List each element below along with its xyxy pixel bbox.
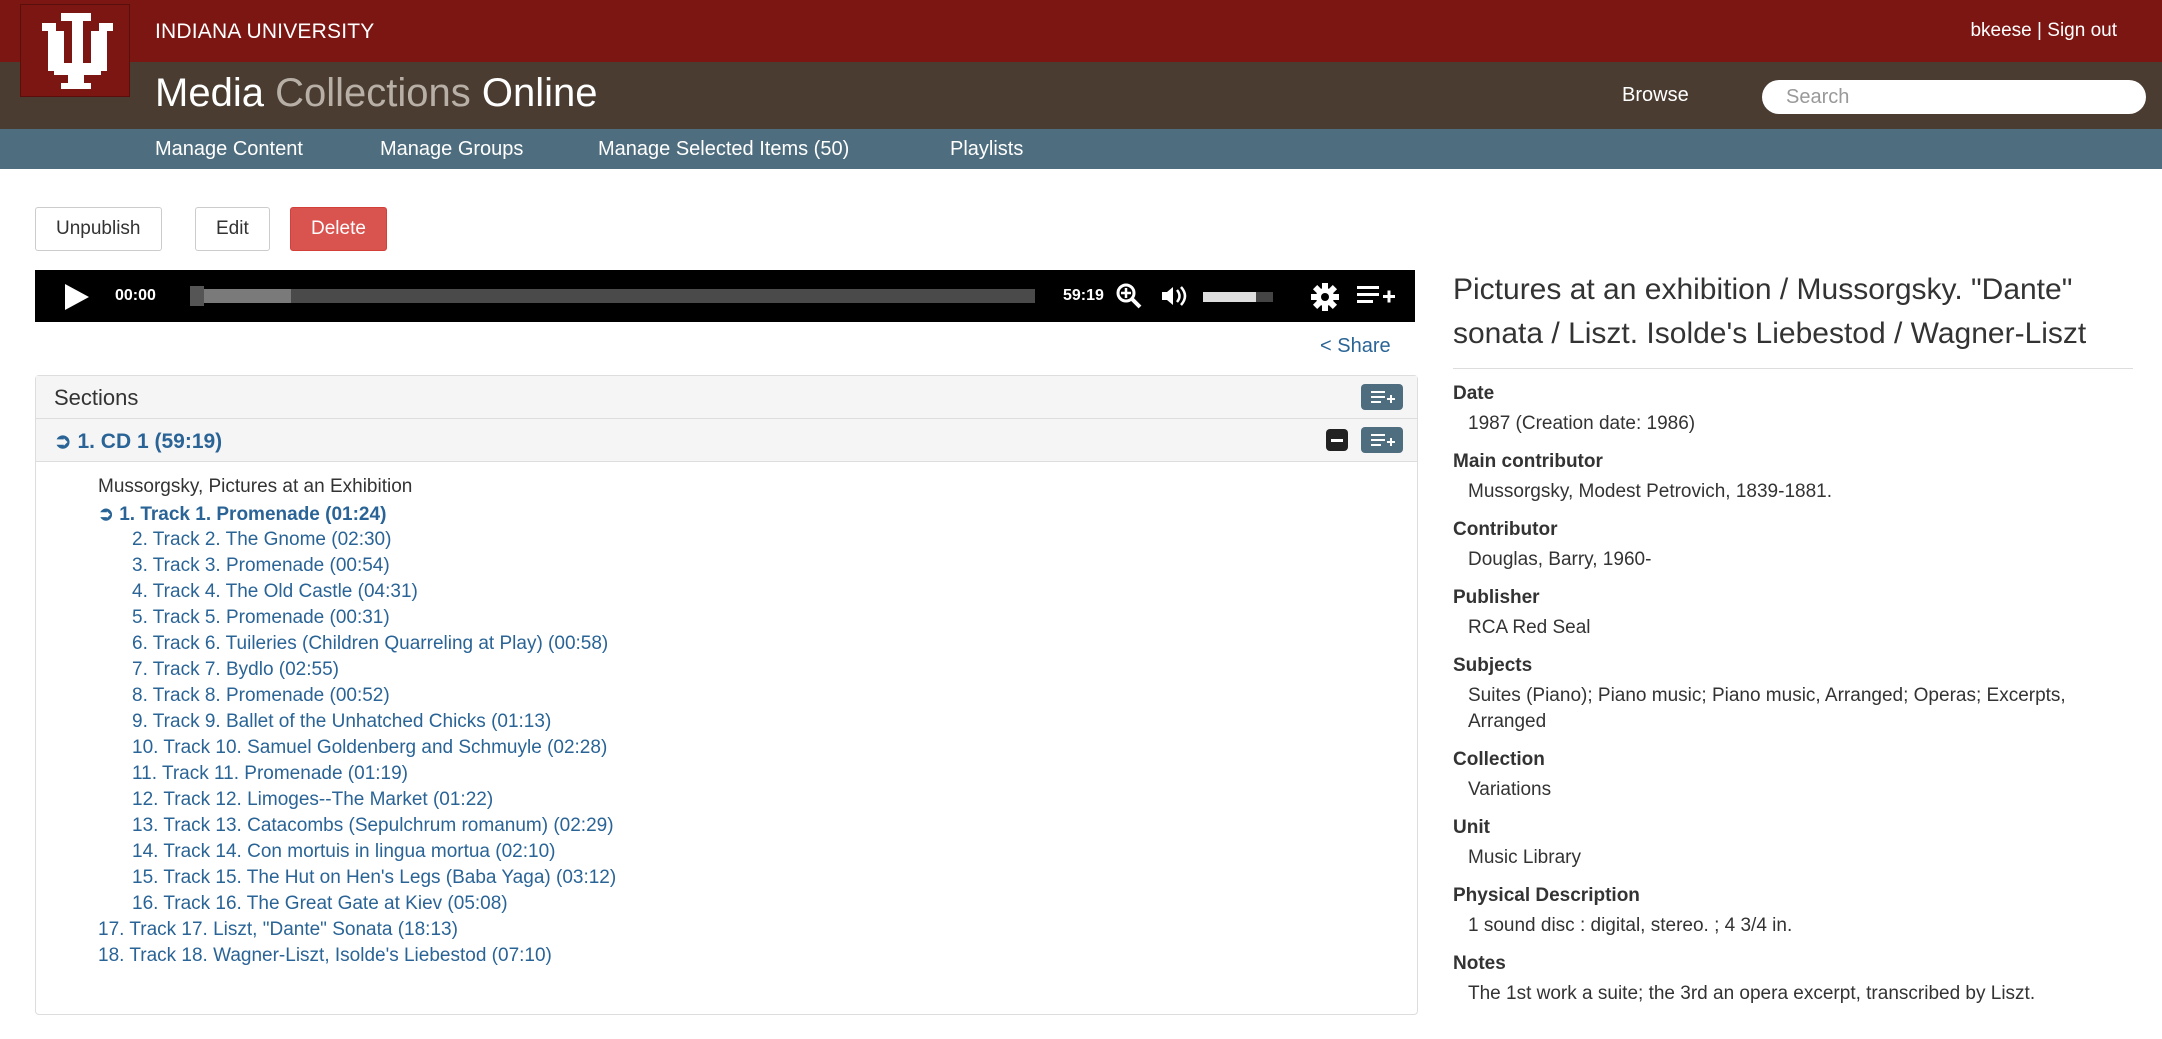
field-label-subjects: Subjects [1453, 655, 1533, 676]
track-item[interactable]: 11. Track 11. Promenade (01:19) [132, 763, 408, 785]
nav-playlists[interactable]: Playlists [950, 138, 1023, 161]
app-title-media: Media [155, 71, 264, 115]
arrow-circle-icon: ➲ [98, 504, 114, 525]
track-item[interactable]: 13. Track 13. Catacombs (Sepulchrum roma… [132, 815, 614, 837]
track-item[interactable]: 5. Track 5. Promenade (00:31) [132, 607, 390, 629]
section-title-text: 1. CD 1 (59:19) [77, 430, 223, 453]
app-title-online: Online [481, 71, 598, 115]
unpublish-button[interactable]: Unpublish [35, 207, 162, 251]
username-link[interactable]: bkeese [1970, 20, 2031, 41]
nav-manage-content[interactable]: Manage Content [155, 138, 303, 161]
track-item[interactable]: 9. Track 9. Ballet of the Unhatched Chic… [132, 711, 551, 733]
sections-panel: Sections ➲ 1. CD 1 (59:19) Mussorgsky, P… [35, 375, 1418, 1015]
field-value-collection: Variations [1468, 779, 1552, 800]
settings-icon[interactable] [1310, 282, 1340, 312]
current-time: 00:00 [115, 287, 156, 304]
item-title: Pictures at an exhibition / Mussorgsky. … [1453, 268, 2133, 369]
share-icon: < [1320, 335, 1332, 357]
add-to-playlist-icon [1371, 434, 1395, 446]
trident-icon [42, 13, 113, 89]
field-label-contributor: Contributor [1453, 519, 1558, 540]
play-icon[interactable] [63, 284, 91, 310]
buffered-bar [190, 289, 292, 303]
track-item[interactable]: 18. Track 18. Wagner-Liszt, Isolde's Lie… [98, 945, 552, 967]
track-item[interactable]: 15. Track 15. The Hut on Hen's Legs (Bab… [132, 867, 616, 889]
field-label-publisher: Publisher [1453, 587, 1540, 608]
progress-handle[interactable] [190, 286, 204, 306]
add-cd-to-playlist-button[interactable] [1361, 427, 1403, 453]
field-value-notes: The 1st work a suite; the 3rd an opera e… [1468, 983, 2036, 1004]
volume-level [1203, 292, 1256, 302]
university-name: INDIANA UNIVERSITY [155, 20, 375, 43]
volume-icon[interactable] [1159, 282, 1193, 310]
browse-link[interactable]: Browse [1622, 84, 1689, 107]
section-title[interactable]: ➲ 1. CD 1 (59:19) [54, 429, 222, 454]
nav-manage-selected-items[interactable]: Manage Selected Items (50) [598, 138, 849, 161]
nav-bar [0, 129, 2162, 169]
field-value-unit: Music Library [1468, 847, 1581, 868]
nav-manage-groups[interactable]: Manage Groups [380, 138, 523, 161]
track-item[interactable]: 3. Track 3. Promenade (00:54) [132, 555, 390, 577]
group-heading: Mussorgsky, Pictures at an Exhibition [98, 476, 413, 497]
track-item[interactable]: 16. Track 16. The Great Gate at Kiev (05… [132, 893, 508, 915]
duration: 59:19 [1063, 287, 1104, 304]
track-item[interactable]: 2. Track 2. The Gnome (02:30) [132, 529, 391, 551]
field-value-subjects[interactable]: Suites (Piano); Piano music; Piano music… [1468, 683, 2133, 735]
item-metadata: Pictures at an exhibition / Mussorgsky. … [1453, 268, 2133, 1007]
track-item[interactable]: 12. Track 12. Limoges--The Market (01:22… [132, 789, 493, 811]
progress-bar[interactable] [190, 286, 1035, 306]
user-menu: bkeese | Sign out [1970, 20, 2117, 41]
sections-label: Sections [54, 385, 139, 410]
track-item[interactable]: ➲ 1. Track 1. Promenade (01:24) [98, 503, 386, 526]
field-value-publisher: RCA Red Seal [1468, 617, 1591, 638]
field-label-collection: Collection [1453, 749, 1545, 770]
track-label: 1. Track 1. Promenade (01:24) [119, 504, 387, 525]
track-item[interactable]: 6. Track 6. Tuileries (Children Quarreli… [132, 633, 608, 655]
zoom-in-icon[interactable] [1115, 282, 1143, 310]
volume-slider[interactable] [1203, 292, 1273, 302]
add-to-playlist-icon [1371, 391, 1395, 403]
sign-out-link[interactable]: Sign out [2047, 20, 2117, 41]
add-to-playlist-icon[interactable] [1357, 282, 1397, 310]
delete-button[interactable]: Delete [290, 207, 387, 251]
track-item[interactable]: 8. Track 8. Promenade (00:52) [132, 685, 390, 707]
field-value-physical-description: 1 sound disc : digital, stereo. ; 4 3/4 … [1468, 915, 1793, 936]
share-label: Share [1337, 335, 1391, 357]
track-item[interactable]: 17. Track 17. Liszt, "Dante" Sonata (18:… [98, 919, 458, 941]
track-item[interactable]: 10. Track 10. Samuel Goldenberg and Schm… [132, 737, 607, 759]
add-section-to-playlist-button[interactable] [1361, 384, 1403, 410]
field-value-contributor[interactable]: Douglas, Barry, 1960- [1468, 547, 2133, 573]
field-value-main-contributor[interactable]: Mussorgsky, Modest Petrovich, 1839-1881. [1468, 479, 2133, 505]
share-link[interactable]: < Share [1320, 335, 1391, 358]
field-label-notes: Notes [1453, 953, 1506, 974]
track-item[interactable]: 4. Track 4. The Old Castle (04:31) [132, 581, 418, 603]
track-item[interactable]: 7. Track 7. Bydlo (02:55) [132, 659, 339, 681]
field-label-physical-description: Physical Description [1453, 885, 1640, 906]
iu-logo[interactable] [20, 4, 130, 97]
edit-button[interactable]: Edit [195, 207, 270, 251]
field-label-date: Date [1453, 383, 1495, 404]
field-label-unit: Unit [1453, 817, 1490, 838]
field-label-main-contributor: Main contributor [1453, 451, 1603, 472]
app-title[interactable]: Media Collections Online [155, 71, 597, 116]
arrow-circle-icon: ➲ [54, 430, 72, 453]
search-input[interactable] [1762, 80, 2146, 114]
sections-header: Sections [36, 376, 1417, 419]
collapse-icon[interactable] [1326, 429, 1348, 451]
media-player: 00:00 59:19 [35, 270, 1415, 322]
track-item[interactable]: 14. Track 14. Con mortuis in lingua mort… [132, 841, 555, 863]
app-title-collections: Collections [275, 71, 471, 115]
section-row[interactable]: ➲ 1. CD 1 (59:19) [36, 419, 1417, 462]
field-value-date: 1987 (Creation date: 1986) [1468, 413, 1696, 434]
